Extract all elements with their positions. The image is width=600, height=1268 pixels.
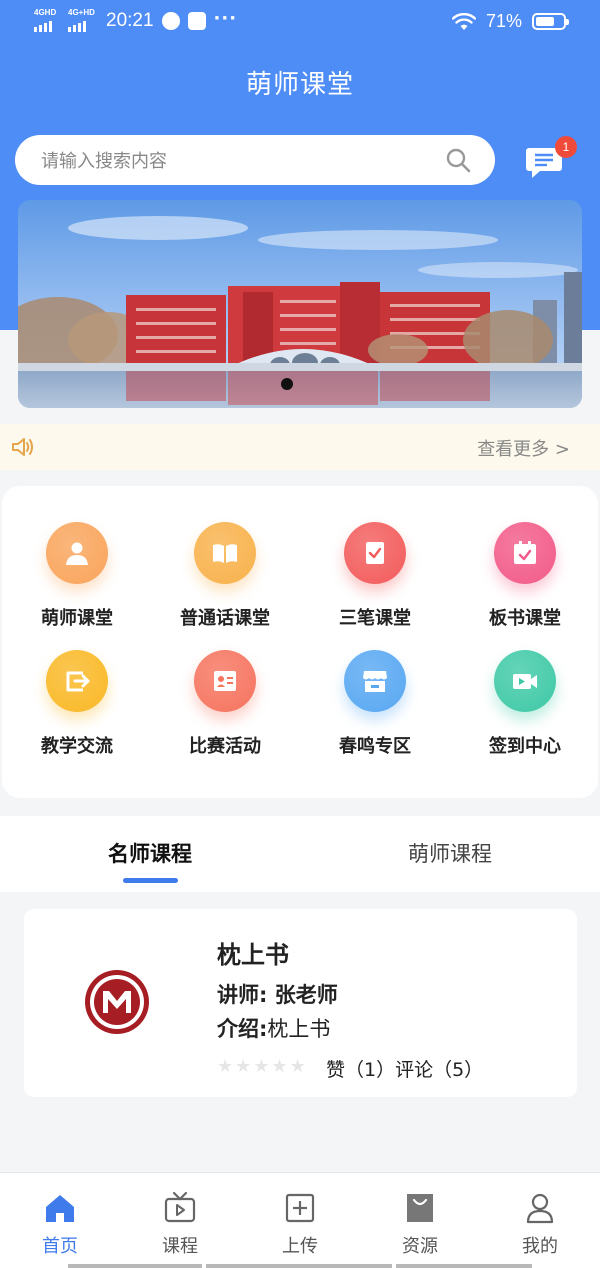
page-title: 萌师课堂 — [245, 70, 354, 100]
gesture-bar — [396, 1264, 532, 1268]
search-input[interactable] — [39, 135, 433, 187]
book-icon — [194, 522, 256, 584]
feature-label: 三笔课堂 — [339, 608, 411, 629]
bottom-nav: 首页 课程 上传 资源 我的 — [0, 1172, 600, 1268]
tv-icon — [164, 1191, 196, 1223]
star-icon: ★ — [271, 1056, 288, 1077]
feature-grid: 萌师课堂 普通话课堂 三笔课堂 板书课堂 教学交流 比赛活动 春鸣专区 签到中心 — [2, 486, 598, 798]
message-badge: 1 — [555, 136, 577, 158]
nav-label: 资源 — [402, 1236, 438, 1257]
tab-mengshi-courses[interactable]: 萌师课程 — [300, 838, 600, 868]
home-icon — [46, 1195, 74, 1222]
nav-resources[interactable]: 资源 — [360, 1191, 480, 1258]
store-icon — [344, 650, 406, 712]
feature-label: 萌师课堂 — [41, 608, 113, 629]
banner-carousel[interactable] — [18, 200, 582, 408]
search-icon[interactable] — [445, 147, 471, 173]
feature-label: 板书课堂 — [489, 608, 561, 629]
feature-label: 春鸣专区 — [339, 736, 411, 757]
nav-label: 课程 — [162, 1236, 198, 1257]
course-tabs: 名师课程 萌师课程 — [0, 816, 600, 892]
search-bar[interactable] — [15, 135, 495, 187]
nav-upload[interactable]: 上传 — [240, 1191, 360, 1258]
course-intro-label: 介绍: — [217, 1017, 268, 1041]
status-bar: 4GHD 4G+HD 20:21 ··· 71% — [0, 0, 600, 46]
nav-profile[interactable]: 我的 — [480, 1191, 600, 1258]
notice-bar[interactable]: 查看更多 > — [0, 424, 600, 470]
battery-icon — [532, 13, 569, 30]
feature-teaching-exchange[interactable]: 教学交流 — [2, 650, 152, 780]
status-time: 20:21 — [106, 10, 154, 31]
nav-label: 上传 — [282, 1236, 318, 1257]
signal-4g-plus-icon: 4G+HD — [68, 8, 95, 32]
speaker-icon — [12, 438, 33, 456]
banner-indicator-dot[interactable] — [281, 378, 293, 390]
star-icon: ★ — [289, 1056, 306, 1077]
nav-home[interactable]: 首页 — [0, 1191, 120, 1258]
feature-spring-zone[interactable]: 春鸣专区 — [300, 650, 450, 780]
feature-three-brush-classroom[interactable]: 三笔课堂 — [300, 522, 450, 652]
feature-mandarin-classroom[interactable]: 普通话课堂 — [150, 522, 300, 652]
shopping-bag-icon — [407, 1194, 433, 1222]
university-logo — [85, 970, 149, 1034]
nav-courses[interactable]: 课程 — [120, 1191, 240, 1258]
feature-blackboard-classroom[interactable]: 板书课堂 — [450, 522, 600, 652]
feature-mengshi-classroom[interactable]: 萌师课堂 — [2, 522, 152, 652]
telegram-icon — [187, 12, 206, 30]
upload-icon — [285, 1193, 315, 1223]
gesture-bar — [68, 1264, 202, 1268]
course-intro: 介绍:枕上书 — [217, 1013, 330, 1043]
feature-label: 签到中心 — [489, 736, 561, 757]
feature-label: 普通话课堂 — [180, 608, 270, 629]
course-card[interactable]: 枕上书 讲师: 张老师 介绍:枕上书 ★ ★ ★ ★ ★ 赞（1）评论（5） — [24, 909, 577, 1097]
feature-label: 比赛活动 — [189, 736, 261, 757]
nav-label: 首页 — [42, 1236, 78, 1257]
star-icon: ★ — [217, 1056, 234, 1077]
rating-stars: ★ ★ ★ ★ ★ — [217, 1057, 306, 1077]
course-stats: 赞（1）评论（5） — [326, 1059, 484, 1081]
tab-famous-teacher-courses[interactable]: 名师课程 — [0, 838, 300, 868]
feature-label: 教学交流 — [41, 736, 113, 757]
compass-icon — [161, 12, 180, 30]
view-more-link[interactable]: 查看更多 > — [477, 435, 570, 461]
feature-competition[interactable]: 比赛活动 — [150, 650, 300, 780]
battery-percent: 71% — [485, 11, 522, 31]
calendar-check-icon — [494, 522, 556, 584]
gesture-bar — [206, 1264, 392, 1268]
nav-label: 我的 — [522, 1236, 558, 1257]
signal-4g-icon: 4GHD — [34, 8, 60, 32]
star-icon: ★ — [235, 1056, 252, 1077]
course-intro-value: 枕上书 — [267, 1017, 331, 1041]
video-camera-icon — [494, 650, 556, 712]
profile-icon — [526, 1193, 554, 1224]
more-notifications-icon: ··· — [213, 7, 238, 29]
course-title: 枕上书 — [217, 941, 289, 969]
id-card-icon — [194, 650, 256, 712]
wifi-icon — [451, 12, 476, 30]
share-icon — [46, 650, 108, 712]
active-tab-indicator — [123, 878, 178, 883]
feature-checkin-center[interactable]: 签到中心 — [450, 650, 600, 780]
banner-image — [18, 200, 582, 408]
checklist-icon — [344, 522, 406, 584]
teacher-icon — [46, 522, 108, 584]
star-icon: ★ — [253, 1056, 270, 1077]
course-teacher: 讲师: 张老师 — [217, 983, 338, 1007]
